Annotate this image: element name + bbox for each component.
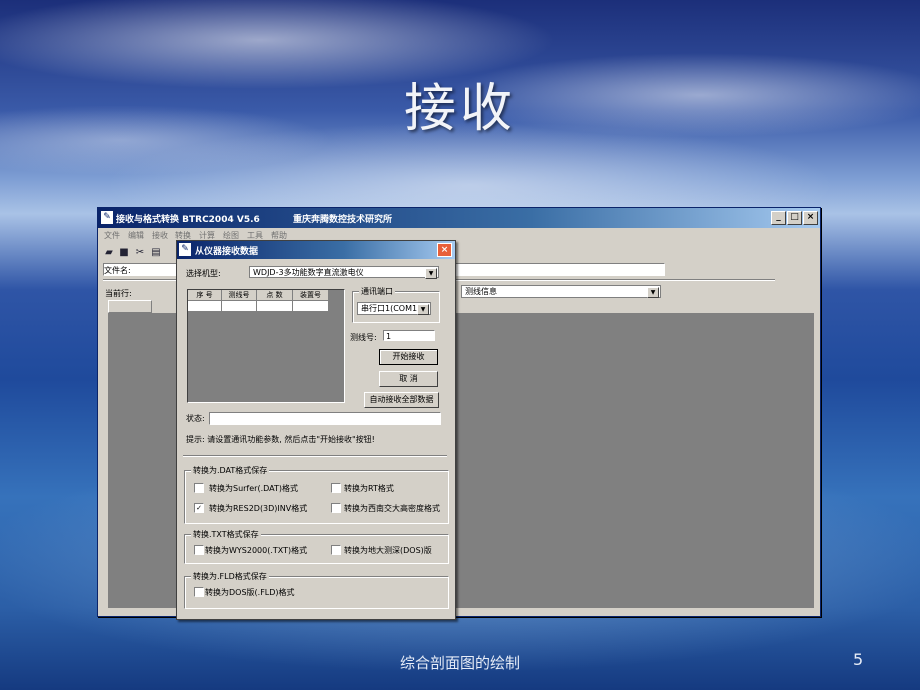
table-cell[interactable] [257, 301, 293, 312]
current-row-label: 当前行: [105, 289, 132, 298]
menu-edit[interactable]: 编辑 [128, 230, 144, 241]
cut-icon[interactable]: ✂ [132, 245, 148, 261]
open-folder-icon[interactable]: ▰ [101, 245, 117, 261]
auto-receive-all-button[interactable]: 自动接收全部数据 [364, 392, 439, 408]
company-name: 重庆奔腾数控技术研究所 [293, 215, 393, 225]
res2d-label: 转换为RES2D(3D)INV格式 [209, 504, 308, 513]
dialog-divider [183, 455, 447, 457]
minimize-button[interactable]: _ [771, 211, 786, 225]
filename-label-text: 文件名: [104, 266, 131, 275]
line-label: 测线号: [350, 333, 377, 342]
dialog-app-icon: ✎ [179, 243, 191, 256]
menu-receive[interactable]: 接收 [152, 230, 168, 241]
menu-file[interactable]: 文件 [104, 230, 120, 241]
rt-label: 转换为RT格式 [344, 484, 394, 493]
maximize-button[interactable]: □ [787, 211, 802, 225]
surfer-checkbox[interactable] [194, 483, 204, 493]
dialog-title: 从仪器接收数据 [195, 247, 259, 257]
port-group-label: 通讯端口 [359, 286, 395, 297]
info-combo-value: 测线信息 [465, 287, 497, 296]
dat-group-label: 转换为.DAT格式保存 [191, 465, 270, 476]
print-icon[interactable]: ▤ [148, 245, 164, 261]
receive-dialog: ✎ 从仪器接收数据 × 选择机型: WDJD-3多功能数字直流激电仪 ▼ 序 号… [176, 240, 456, 620]
page-number: 5 [853, 650, 864, 669]
close-button[interactable]: × [803, 211, 818, 225]
surfer-label: 转换为Surfer(.DAT)格式 [209, 484, 299, 493]
cug-dos-checkbox[interactable] [331, 545, 341, 555]
slide-title: 接收 [403, 79, 516, 139]
chevron-down-icon: ▼ [417, 304, 429, 315]
port-group: 通讯端口 串行口1(COM1) ▼ [352, 286, 440, 323]
cug-dos-label: 转换为地大测深(DOS)版 [344, 546, 432, 555]
dat-group: 转换为.DAT格式保存 转换为Surfer(.DAT)格式 转换为RT格式 ✓ … [184, 465, 449, 524]
chevron-down-icon: ▼ [647, 287, 659, 298]
fld-group: 转换为.FLD格式保存 转换为DOS版(.FLD)格式 [184, 571, 449, 609]
model-select-value: WDJD-3多功能数字直流激电仪 [253, 268, 364, 277]
table-cell[interactable] [222, 301, 257, 312]
data-table[interactable]: 序 号 测线号 点 数 装置号 [187, 289, 345, 403]
port-select-value: 串行口1(COM1) [361, 304, 421, 313]
model-select[interactable]: WDJD-3多功能数字直流激电仪 ▼ [249, 266, 439, 279]
column-header-points[interactable]: 点 数 [257, 290, 293, 301]
fld-group-label: 转换为.FLD格式保存 [191, 571, 269, 582]
dialog-close-button[interactable]: × [437, 243, 452, 257]
chevron-down-icon: ▼ [425, 268, 437, 279]
wys2000-label: 转换为WYS2000(.TXT)格式 [205, 546, 308, 555]
column-header-device[interactable]: 装置号 [293, 290, 329, 301]
table-cell[interactable] [293, 301, 329, 312]
status-field [209, 412, 441, 425]
rt-checkbox[interactable] [331, 483, 341, 493]
save-icon[interactable]: ■ [116, 245, 132, 261]
main-titlebar: ✎ 接收与格式转换 BTRC2004 V5.6 重庆奔腾数控技术研究所 _ □ … [98, 208, 820, 228]
wys2000-checkbox[interactable] [194, 545, 204, 555]
start-receive-button[interactable]: 开始接收 [379, 349, 438, 365]
info-combo[interactable]: 测线信息 ▼ [461, 285, 661, 298]
row-header-cell [108, 300, 152, 313]
swjtu-checkbox[interactable] [331, 503, 341, 513]
app-icon: ✎ [101, 211, 113, 224]
txt-group: 转换.TXT格式保存 转换为WYS2000(.TXT)格式 转换为地大测深(DO… [184, 529, 449, 564]
status-label: 状态: [186, 414, 205, 423]
port-select[interactable]: 串行口1(COM1) ▼ [357, 302, 431, 315]
hint-text: 提示: 请设置通讯功能参数, 然后点击"开始接收"按钮! [186, 435, 375, 444]
table-row[interactable] [188, 301, 222, 312]
main-window-title: 接收与格式转换 BTRC2004 V5.6 [116, 215, 260, 225]
column-header-index[interactable]: 序 号 [188, 290, 222, 301]
model-label: 选择机型: [186, 269, 221, 278]
txt-group-label: 转换.TXT格式保存 [191, 529, 261, 540]
slide-footer: 综合剖面图的绘制 [399, 654, 520, 672]
column-header-line[interactable]: 测线号 [222, 290, 257, 301]
cancel-button[interactable]: 取 消 [379, 371, 438, 387]
res2d-checkbox[interactable]: ✓ [194, 503, 204, 513]
swjtu-label: 转换为西南交大高密度格式 [344, 504, 440, 513]
dialog-titlebar: ✎ 从仪器接收数据 × [177, 241, 455, 259]
fld-checkbox[interactable] [194, 587, 204, 597]
line-input[interactable]: 1 [383, 330, 435, 341]
fld-label: 转换为DOS版(.FLD)格式 [205, 588, 295, 597]
